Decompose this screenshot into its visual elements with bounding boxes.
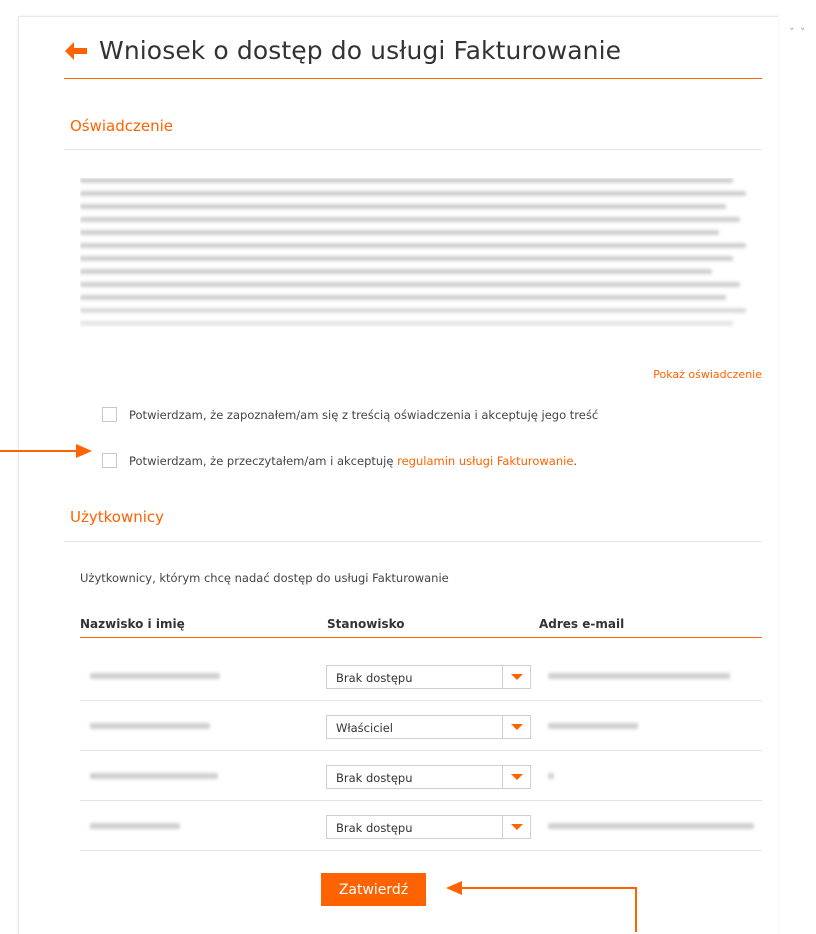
users-description: Użytkownicy, którym chcę nadać dostęp do… bbox=[80, 571, 449, 585]
role-select-value: Brak dostępu bbox=[336, 771, 413, 785]
chevron-down-icon[interactable] bbox=[502, 666, 530, 688]
table-row: Brak dostępu bbox=[80, 751, 762, 801]
accept-statement-label: Potwierdzam, że zapoznałem/am się z treś… bbox=[129, 407, 599, 422]
user-email-blurred bbox=[548, 673, 730, 679]
user-name-blurred bbox=[90, 723, 210, 729]
table-row: Brak dostępu bbox=[80, 801, 762, 851]
users-section-title: Użytkownicy bbox=[70, 508, 165, 526]
user-email-blurred bbox=[548, 723, 638, 729]
table-row: Właściciel bbox=[80, 701, 762, 751]
show-statement-link[interactable]: Pokaż oświadczenie bbox=[653, 368, 762, 381]
role-select[interactable]: Brak dostępu bbox=[326, 665, 531, 689]
column-header-role: Stanowisko bbox=[327, 617, 405, 631]
role-select[interactable]: Właściciel bbox=[326, 715, 531, 739]
accept-terms-label-suffix: . bbox=[573, 453, 578, 468]
accept-terms-row[interactable]: Potwierdzam, że przeczytałem/am i akcept… bbox=[102, 453, 577, 468]
chevron-down-icon[interactable] bbox=[502, 716, 530, 738]
user-name-blurred bbox=[90, 673, 220, 679]
column-header-name: Nazwisko i imię bbox=[80, 617, 185, 631]
table-header-divider bbox=[80, 637, 762, 638]
accept-terms-label-prefix: Potwierdzam, że przeczytałem/am i akcept… bbox=[129, 453, 398, 468]
accept-statement-row[interactable]: Potwierdzam, że zapoznałem/am się z treś… bbox=[102, 407, 598, 422]
role-select-value: Brak dostępu bbox=[336, 671, 413, 685]
submit-button[interactable]: Zatwierdź bbox=[321, 873, 426, 906]
users-divider bbox=[64, 541, 762, 542]
user-name-blurred bbox=[90, 823, 180, 829]
statement-divider bbox=[64, 149, 762, 150]
page-title: Wniosek o dostęp do usługi Fakturowanie bbox=[99, 36, 622, 65]
statement-text-blurred bbox=[80, 178, 760, 356]
accept-statement-checkbox[interactable] bbox=[102, 407, 117, 422]
table-row: Brak dostępu bbox=[80, 651, 762, 701]
title-divider bbox=[64, 78, 762, 79]
terms-link[interactable]: regulamin usługi Fakturowanie bbox=[397, 454, 573, 468]
role-select-value: Brak dostępu bbox=[336, 821, 413, 835]
annotation-arrow-left-icon bbox=[446, 881, 637, 932]
user-name-blurred bbox=[90, 773, 218, 779]
collapse-icon[interactable]: ˅ ˅ bbox=[789, 26, 807, 39]
annotation-arrow-right-icon bbox=[0, 444, 92, 458]
accept-terms-checkbox[interactable] bbox=[102, 453, 117, 468]
statement-section-title: Oświadczenie bbox=[70, 117, 174, 135]
page-header: Wniosek o dostęp do usługi Fakturowanie bbox=[63, 36, 621, 65]
column-header-email: Adres e-mail bbox=[539, 617, 625, 631]
role-select-value: Właściciel bbox=[336, 721, 393, 735]
back-arrow-icon[interactable] bbox=[63, 40, 89, 62]
